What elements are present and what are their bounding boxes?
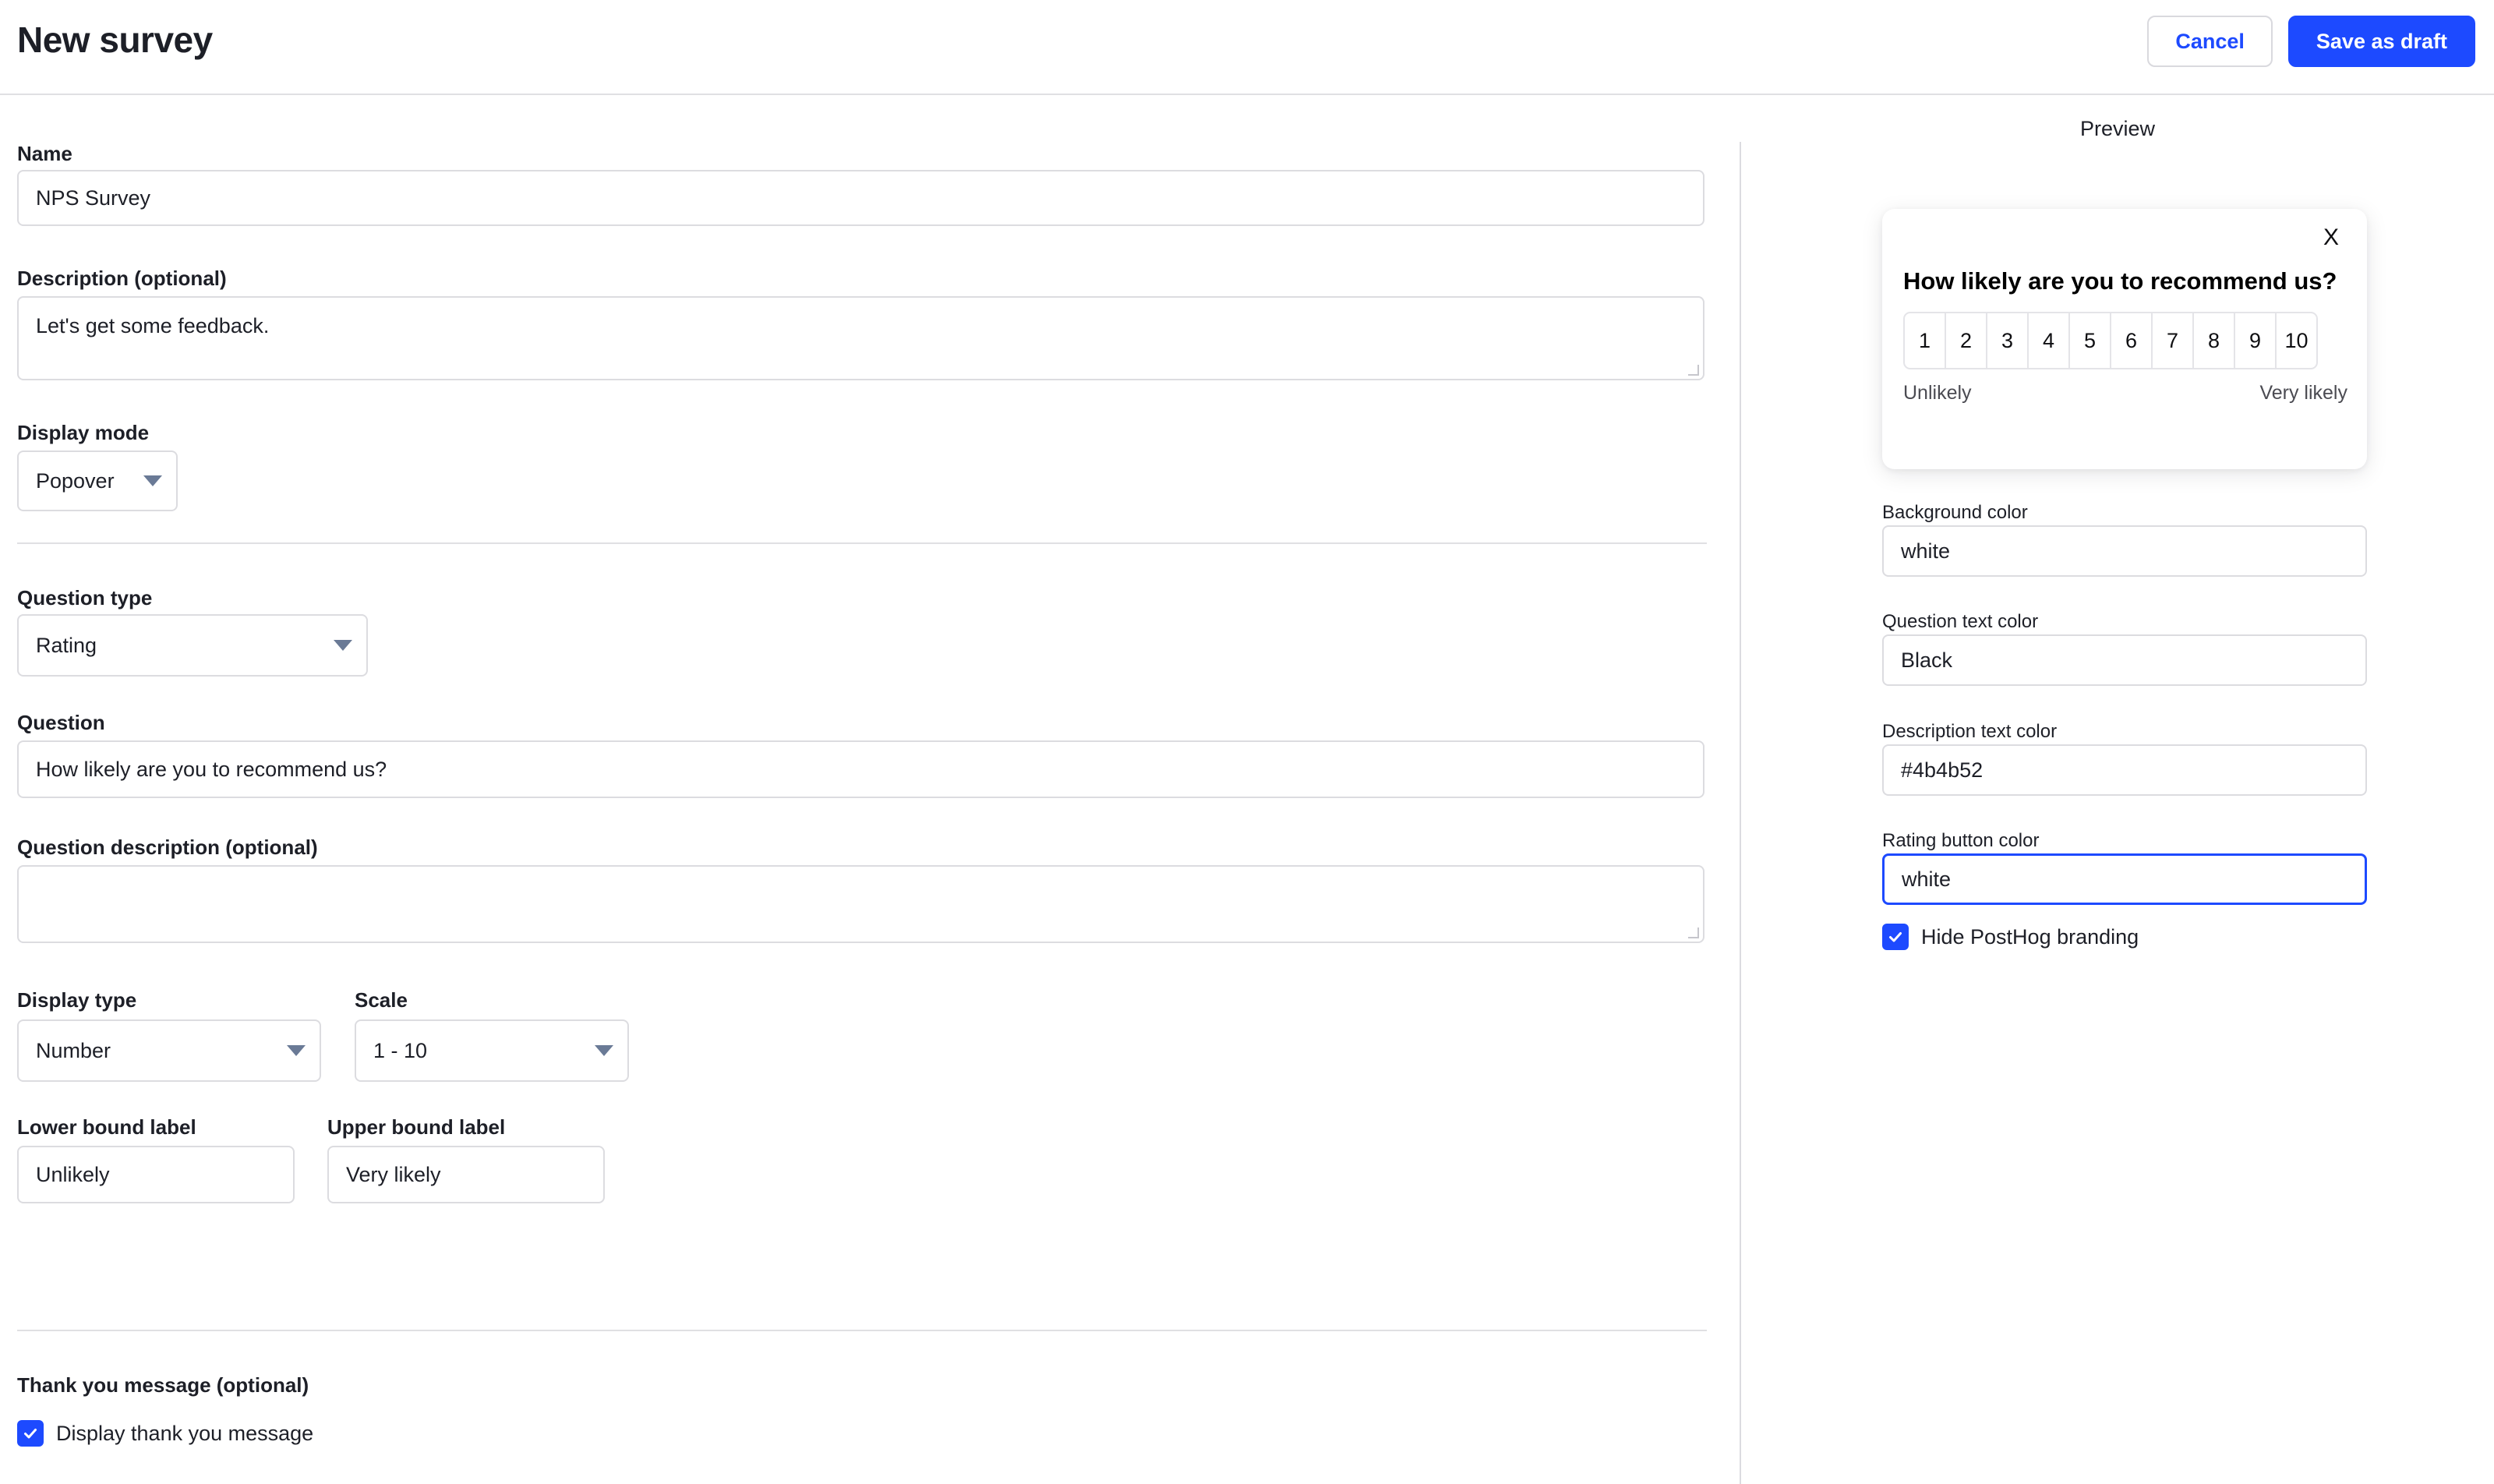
display-type-value: Number xyxy=(36,1038,111,1062)
display-mode-select[interactable]: Popover xyxy=(17,450,178,511)
survey-preview-card: X How likely are you to recommend us? 1 … xyxy=(1882,209,2367,469)
preview-bound-labels: Unlikely Very likely xyxy=(1903,382,2347,405)
rating-button-color-input[interactable]: white xyxy=(1882,853,2367,905)
section-divider xyxy=(17,542,1707,544)
question-input[interactable]: How likely are you to recommend us? xyxy=(17,740,1704,798)
description-label: Description (optional) xyxy=(17,267,227,290)
rating-button[interactable]: 1 xyxy=(1903,312,1946,369)
rating-button[interactable]: 5 xyxy=(2068,312,2111,369)
background-color-label: Background color xyxy=(1882,502,2028,523)
page-title: New survey xyxy=(17,19,213,60)
display-type-label: Display type xyxy=(17,988,137,1012)
upper-bound-input[interactable]: Very likely xyxy=(327,1146,605,1203)
rating-button[interactable]: 6 xyxy=(2110,312,2153,369)
display-thank-you-row[interactable]: Display thank you message xyxy=(17,1420,313,1447)
resize-handle-icon[interactable] xyxy=(1688,365,1699,376)
top-bar-actions: Cancel Save as draft xyxy=(2147,16,2475,67)
display-mode-label: Display mode xyxy=(17,421,150,444)
scale-label: Scale xyxy=(355,988,408,1012)
thank-you-section-label: Thank you message (optional) xyxy=(17,1373,309,1397)
lower-bound-label: Lower bound label xyxy=(17,1115,196,1139)
description-text-color-input[interactable]: #4b4b52 xyxy=(1882,744,2367,796)
save-as-draft-button[interactable]: Save as draft xyxy=(2287,16,2475,67)
cancel-button[interactable]: Cancel xyxy=(2147,16,2273,67)
preview-question-text: How likely are you to recommend us? xyxy=(1903,267,2337,295)
question-type-value: Rating xyxy=(36,633,97,657)
question-type-select[interactable]: Rating xyxy=(17,614,368,677)
preview-lower-bound-label: Unlikely xyxy=(1903,382,1972,404)
close-icon[interactable]: X xyxy=(2323,226,2339,249)
display-thank-you-checkbox[interactable] xyxy=(17,1420,44,1447)
display-mode-value: Popover xyxy=(36,468,115,493)
scale-value: 1 - 10 xyxy=(373,1038,428,1062)
question-text-color-input[interactable]: Black xyxy=(1882,634,2367,686)
rating-button[interactable]: 2 xyxy=(1945,312,1987,369)
lower-bound-input[interactable]: Unlikely xyxy=(17,1146,295,1203)
survey-editor-page: New survey Cancel Save as draft Name NPS… xyxy=(0,0,2494,1484)
question-description-label: Question description (optional) xyxy=(17,836,318,859)
top-bar: New survey Cancel Save as draft xyxy=(0,0,2494,95)
description-textarea[interactable]: Let's get some feedback. xyxy=(17,296,1704,380)
display-type-select[interactable]: Number xyxy=(17,1019,321,1082)
upper-bound-label: Upper bound label xyxy=(327,1115,506,1139)
preview-rating-buttons: 1 2 3 4 5 6 7 8 9 10 xyxy=(1903,312,2318,369)
hide-branding-checkbox[interactable] xyxy=(1882,924,1909,950)
name-label: Name xyxy=(17,142,72,165)
survey-form-column: Name NPS Survey Description (optional) L… xyxy=(0,95,1740,1484)
scale-select[interactable]: 1 - 10 xyxy=(355,1019,629,1082)
question-type-label: Question type xyxy=(17,586,153,610)
description-text-color-label: Description text color xyxy=(1882,721,2058,742)
section-divider xyxy=(17,1330,1707,1331)
chevron-down-icon xyxy=(334,640,352,651)
hide-branding-label: Hide PostHog branding xyxy=(1921,924,2139,949)
question-label: Question xyxy=(17,711,105,734)
name-input[interactable]: NPS Survey xyxy=(17,170,1704,226)
preview-title: Preview xyxy=(2079,117,2156,140)
rating-button[interactable]: 4 xyxy=(2027,312,2070,369)
preview-upper-bound-label: Very likely xyxy=(2259,382,2347,404)
background-color-input[interactable]: white xyxy=(1882,525,2367,577)
rating-button[interactable]: 9 xyxy=(2234,312,2277,369)
rating-button[interactable]: 10 xyxy=(2275,312,2318,369)
resize-handle-icon[interactable] xyxy=(1688,928,1699,938)
preview-column: Preview X How likely are you to recommen… xyxy=(1741,95,2494,1484)
chevron-down-icon xyxy=(595,1045,613,1056)
question-text-color-label: Question text color xyxy=(1882,611,2039,632)
question-description-textarea[interactable] xyxy=(17,865,1704,943)
rating-button-color-label: Rating button color xyxy=(1882,830,2040,851)
rating-button[interactable]: 8 xyxy=(2192,312,2235,369)
rating-button[interactable]: 3 xyxy=(1986,312,2029,369)
hide-branding-row[interactable]: Hide PostHog branding xyxy=(1882,924,2139,950)
description-textarea-value: Let's get some feedback. xyxy=(36,314,270,337)
chevron-down-icon xyxy=(143,475,162,486)
display-thank-you-label: Display thank you message xyxy=(56,1421,314,1445)
rating-button[interactable]: 7 xyxy=(2151,312,2194,369)
chevron-down-icon xyxy=(287,1045,306,1056)
